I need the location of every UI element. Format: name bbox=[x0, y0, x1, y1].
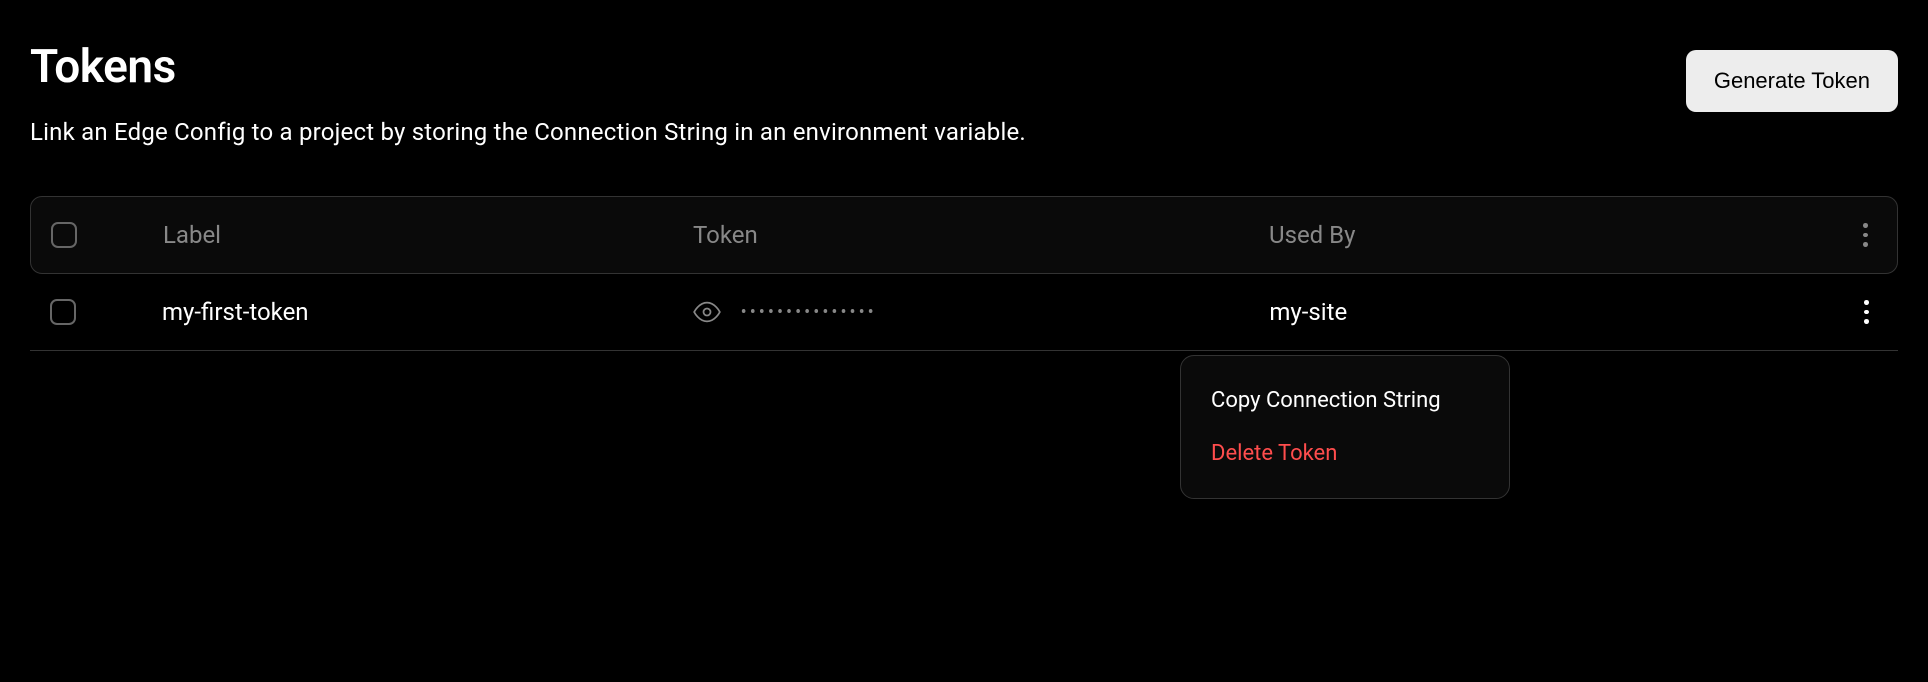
header-more-icon[interactable] bbox=[1853, 223, 1877, 247]
select-all-cell bbox=[51, 222, 131, 248]
token-value-cell: ••••••••••••••• bbox=[693, 298, 1256, 326]
table-header-row: Label Token Used By bbox=[30, 196, 1898, 274]
column-header-label: Label bbox=[131, 221, 693, 249]
header-text-block: Tokens Link an Edge Config to a project … bbox=[30, 40, 1026, 146]
token-label-value: my-first-token bbox=[130, 298, 693, 326]
menu-item-delete-token[interactable]: Delete Token bbox=[1181, 427, 1509, 480]
generate-token-button[interactable]: Generate Token bbox=[1686, 50, 1898, 112]
page-header: Tokens Link an Edge Config to a project … bbox=[30, 40, 1898, 146]
row-context-menu: Copy Connection String Delete Token bbox=[1180, 355, 1510, 499]
menu-item-copy-connection-string[interactable]: Copy Connection String bbox=[1181, 374, 1509, 427]
used-by-value: my-site bbox=[1255, 298, 1818, 326]
column-header-used-by: Used By bbox=[1255, 221, 1817, 249]
token-masked-value: ••••••••••••••• bbox=[741, 302, 877, 323]
page-title: Tokens bbox=[30, 40, 1026, 94]
table-row: my-first-token ••••••••••••••• my-site bbox=[30, 274, 1898, 351]
row-select-cell bbox=[50, 299, 130, 325]
tokens-table: Label Token Used By my-first-token •••••… bbox=[30, 196, 1898, 351]
row-checkbox[interactable] bbox=[50, 299, 76, 325]
eye-icon[interactable] bbox=[693, 298, 721, 326]
select-all-checkbox[interactable] bbox=[51, 222, 77, 248]
column-header-token: Token bbox=[693, 221, 1255, 249]
row-more-icon[interactable] bbox=[1854, 300, 1878, 324]
page-subtitle: Link an Edge Config to a project by stor… bbox=[30, 118, 1026, 146]
